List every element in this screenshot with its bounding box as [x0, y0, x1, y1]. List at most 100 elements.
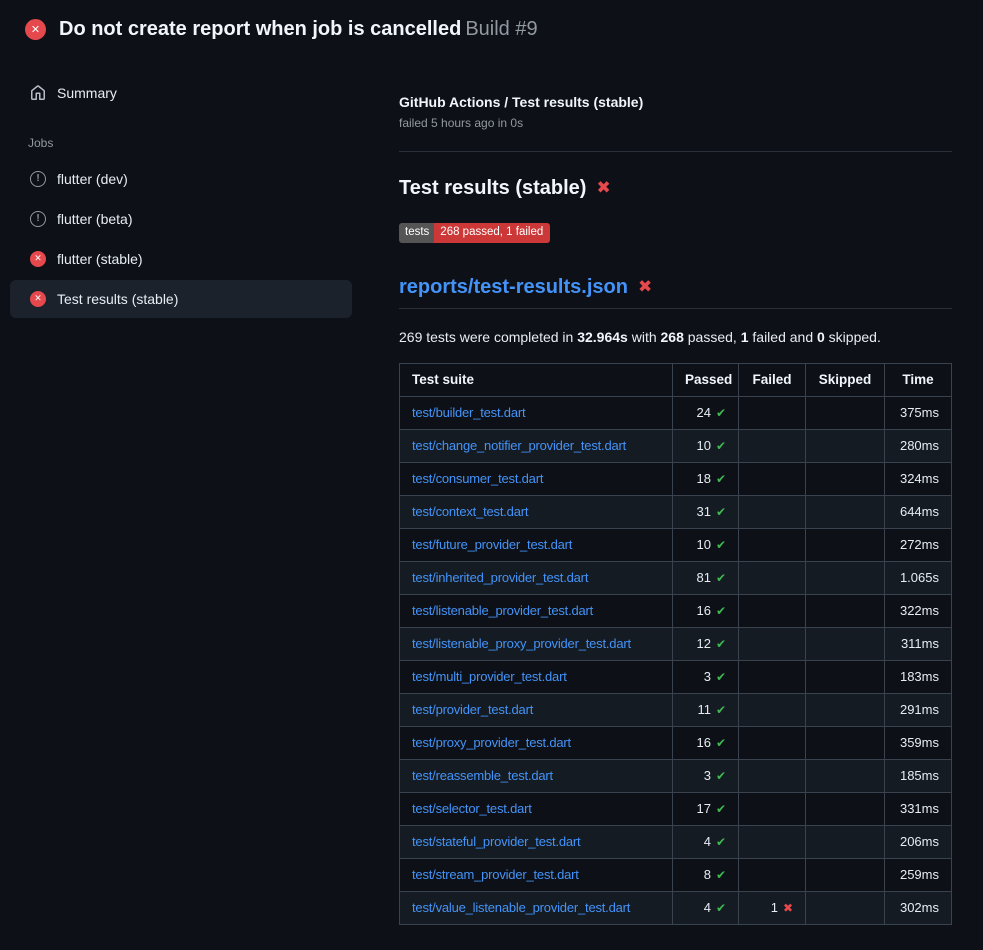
summary-stat: 1: [741, 329, 749, 345]
table-row: test/stream_provider_test.dart8✔259ms: [400, 858, 952, 891]
skipped-cell: [806, 495, 885, 528]
table-row: test/consumer_test.dart 18 ✔ 324ms: [400, 462, 952, 495]
time-cell: 272ms: [885, 528, 952, 561]
passed-cell: 4✔: [673, 891, 739, 924]
test-suite-link[interactable]: test/reassemble_test.dart: [412, 768, 553, 783]
passed-cell: 16✔: [673, 726, 739, 759]
table-row: test/listenable_proxy_provider_test.dart…: [400, 627, 952, 660]
x-circle-icon: ✕: [30, 291, 46, 307]
page-header: ✕ Do not create report when job is cance…: [0, 0, 983, 58]
table-row: test/future_provider_test.dart10✔272ms: [400, 528, 952, 561]
sidebar-job-flutter-beta[interactable]: !flutter (beta): [10, 200, 352, 238]
report-link[interactable]: reports/test-results.json: [399, 276, 628, 299]
passed-cell-value: 17: [696, 801, 710, 816]
skipped-cell: [806, 726, 885, 759]
x-circle-icon: ✕: [30, 251, 46, 267]
results-table: Test suitePassedFailedSkippedTime test/b…: [399, 363, 952, 925]
skipped-cell: [806, 462, 885, 495]
summary-stat: 0: [817, 329, 825, 345]
suite-cell: test/stateful_provider_test.dart: [400, 825, 673, 858]
time-cell: 324ms: [885, 462, 952, 495]
section-title: Test results (stable) ✖: [399, 177, 952, 200]
neutral-circle-icon: !: [30, 171, 46, 187]
sidebar-job-flutter-stable[interactable]: ✕flutter (stable): [10, 240, 352, 278]
check-icon: ✔: [716, 703, 726, 717]
check-icon: ✔: [716, 472, 726, 486]
suite-cell: test/future_provider_test.dart: [400, 528, 673, 561]
suite-cell: test/listenable_proxy_provider_test.dart: [400, 627, 673, 660]
suite-cell: test/stream_provider_test.dart: [400, 858, 673, 891]
test-suite-link[interactable]: test/change_notifier_provider_test.dart: [412, 438, 626, 453]
summary-text: skipped.: [825, 329, 881, 345]
sidebar-item-summary[interactable]: Summary: [10, 74, 352, 112]
check-icon: ✔: [716, 604, 726, 618]
test-suite-link[interactable]: test/listenable_proxy_provider_test.dart: [412, 636, 631, 651]
column-header: Failed: [739, 363, 806, 396]
table-row: test/listenable_provider_test.dart16✔322…: [400, 594, 952, 627]
test-suite-link[interactable]: test/provider_test.dart: [412, 702, 533, 717]
sidebar-summary-label: Summary: [57, 85, 117, 101]
test-suite-link[interactable]: test/consumer_test.dart: [412, 471, 543, 486]
test-suite-link[interactable]: test/selector_test.dart: [412, 801, 532, 816]
neutral-circle-icon: !: [30, 211, 46, 227]
test-suite-link[interactable]: test/builder_test.dart: [412, 405, 525, 420]
skipped-cell: [806, 792, 885, 825]
sidebar-job-label: Test results (stable): [57, 291, 178, 307]
home-icon: [30, 85, 46, 101]
failed-cell: [739, 726, 806, 759]
test-suite-link[interactable]: test/value_listenable_provider_test.dart: [412, 900, 630, 915]
passed-cell: 10✔: [673, 429, 739, 462]
test-suite-link[interactable]: test/listenable_provider_test.dart: [412, 603, 593, 618]
failed-cell: [739, 396, 806, 429]
table-row: test/selector_test.dart17✔331ms: [400, 792, 952, 825]
time-cell: 644ms: [885, 495, 952, 528]
divider: [399, 151, 952, 152]
passed-cell: 12✔: [673, 627, 739, 660]
time-cell: 375ms: [885, 396, 952, 429]
check-icon: ✔: [716, 901, 726, 915]
breadcrumb: GitHub Actions / Test results (stable): [399, 94, 952, 110]
failed-cell: [739, 462, 806, 495]
passed-cell: 18 ✔: [673, 462, 739, 495]
test-suite-link[interactable]: test/inherited_provider_test.dart: [412, 570, 588, 585]
main-content: GitHub Actions / Test results (stable) f…: [399, 58, 983, 925]
test-suite-link[interactable]: test/proxy_provider_test.dart: [412, 735, 571, 750]
sidebar-job-test-results-stable[interactable]: ✕ Test results (stable): [10, 280, 352, 318]
test-suite-link[interactable]: test/stateful_provider_test.dart: [412, 834, 580, 849]
column-header: Skipped: [806, 363, 885, 396]
skipped-cell: [806, 660, 885, 693]
passed-cell-value: 31: [696, 504, 710, 519]
passed-cell-value: 16: [696, 735, 710, 750]
sidebar-job-flutter-dev[interactable]: !flutter (dev): [10, 160, 352, 198]
failed-cell: [739, 627, 806, 660]
test-suite-link[interactable]: test/stream_provider_test.dart: [412, 867, 579, 882]
time-cell: 291ms: [885, 693, 952, 726]
summary-text: passed,: [684, 329, 741, 345]
skipped-cell: [806, 693, 885, 726]
time-cell: 322ms: [885, 594, 952, 627]
x-mark-icon: ✖: [638, 279, 652, 296]
time-cell: 183ms: [885, 660, 952, 693]
column-header: Passed: [673, 363, 739, 396]
table-row: test/context_test.dart31✔644ms: [400, 495, 952, 528]
skipped-cell: [806, 396, 885, 429]
table-row: test/change_notifier_provider_test.dart 1…: [400, 429, 952, 462]
suite-cell: test/inherited_provider_test.dart: [400, 561, 673, 594]
test-suite-link[interactable]: test/multi_provider_test.dart: [412, 669, 567, 684]
table-row: test/stateful_provider_test.dart4✔206ms: [400, 825, 952, 858]
time-cell: 206ms: [885, 825, 952, 858]
report-heading: reports/test-results.json ✖: [399, 276, 952, 309]
suite-cell: test/selector_test.dart: [400, 792, 673, 825]
test-suite-link[interactable]: test/context_test.dart: [412, 504, 528, 519]
table-body: test/builder_test.dart24✔375mstest/chang…: [400, 396, 952, 924]
passed-cell-value: 18: [696, 471, 710, 486]
failed-cell: [739, 858, 806, 891]
test-suite-link[interactable]: test/future_provider_test.dart: [412, 537, 572, 552]
failed-cell: [739, 693, 806, 726]
skipped-cell: [806, 858, 885, 891]
suite-cell: test/reassemble_test.dart: [400, 759, 673, 792]
failed-cell: [739, 825, 806, 858]
x-mark-icon: ✖: [596, 180, 610, 197]
skipped-cell: [806, 759, 885, 792]
passed-cell-value: 4: [704, 834, 711, 849]
